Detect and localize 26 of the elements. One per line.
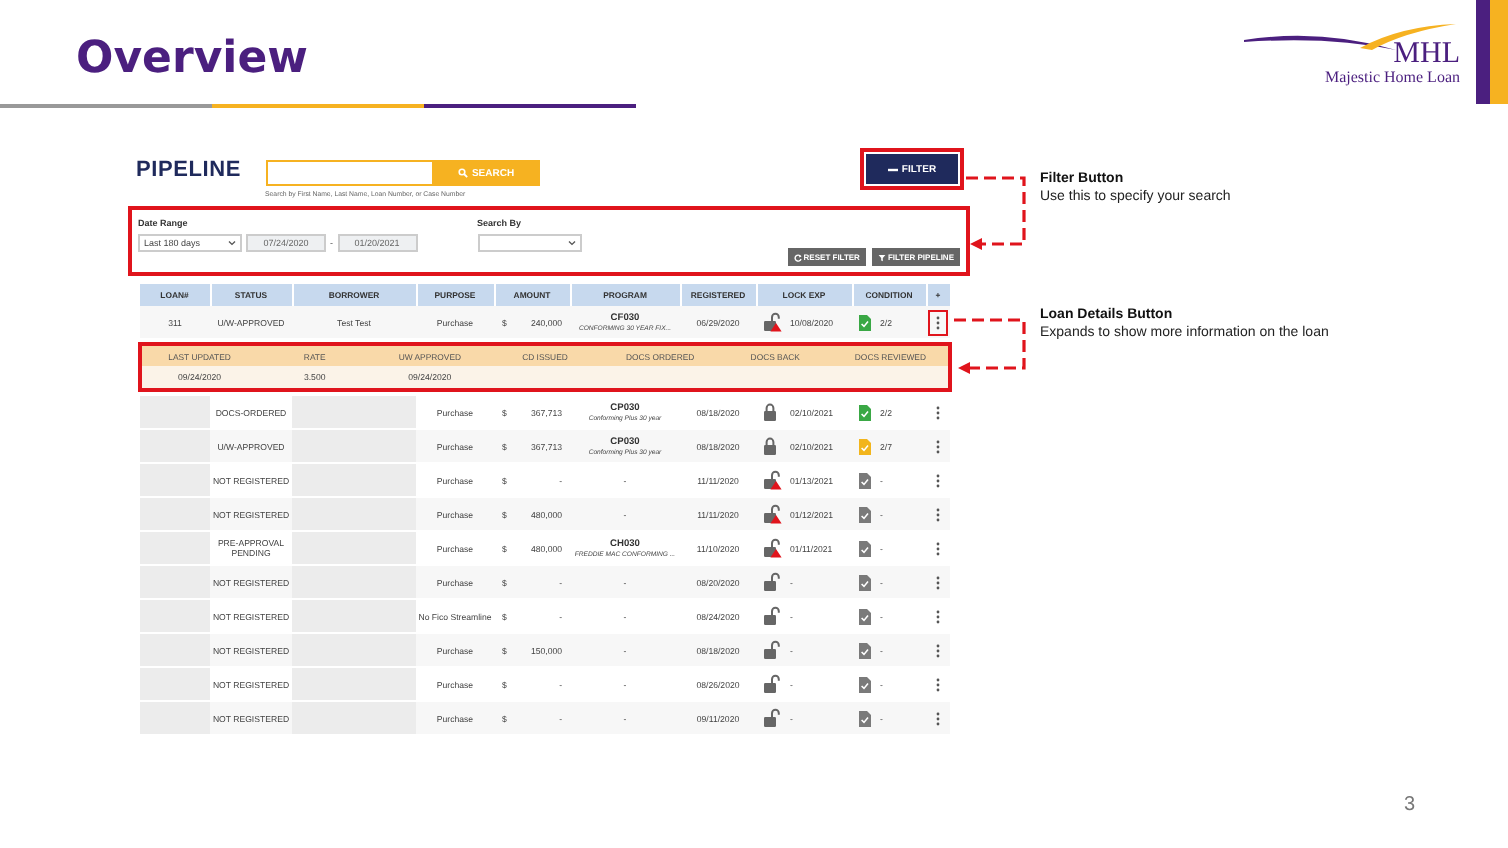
document-icon xyxy=(858,607,872,625)
refresh-icon xyxy=(793,253,802,261)
callout-arrow xyxy=(954,318,1026,374)
document-icon xyxy=(858,437,872,455)
minus-icon xyxy=(887,167,898,171)
document-icon xyxy=(858,709,872,727)
chevron-down-icon xyxy=(228,240,236,246)
document-icon xyxy=(858,313,872,331)
more-options-button[interactable] xyxy=(928,309,948,335)
document-icon xyxy=(858,675,872,693)
slide-title: Overview xyxy=(76,34,310,84)
accent-stripe xyxy=(1476,0,1508,104)
funnel-icon xyxy=(877,253,886,261)
document-icon xyxy=(858,641,872,659)
chevron-down-icon xyxy=(567,240,575,246)
page-heading: PIPELINE xyxy=(136,158,242,182)
document-icon xyxy=(858,505,872,523)
document-icon xyxy=(858,539,872,557)
document-icon xyxy=(858,471,872,489)
search-field[interactable] xyxy=(265,160,434,186)
page-number: 3 xyxy=(1404,794,1416,816)
logo-initials: MHL xyxy=(1393,40,1460,68)
logo-name: Majestic Home Loan xyxy=(1324,68,1460,88)
document-icon xyxy=(858,573,872,591)
search-icon xyxy=(457,168,468,178)
document-icon xyxy=(858,403,872,421)
